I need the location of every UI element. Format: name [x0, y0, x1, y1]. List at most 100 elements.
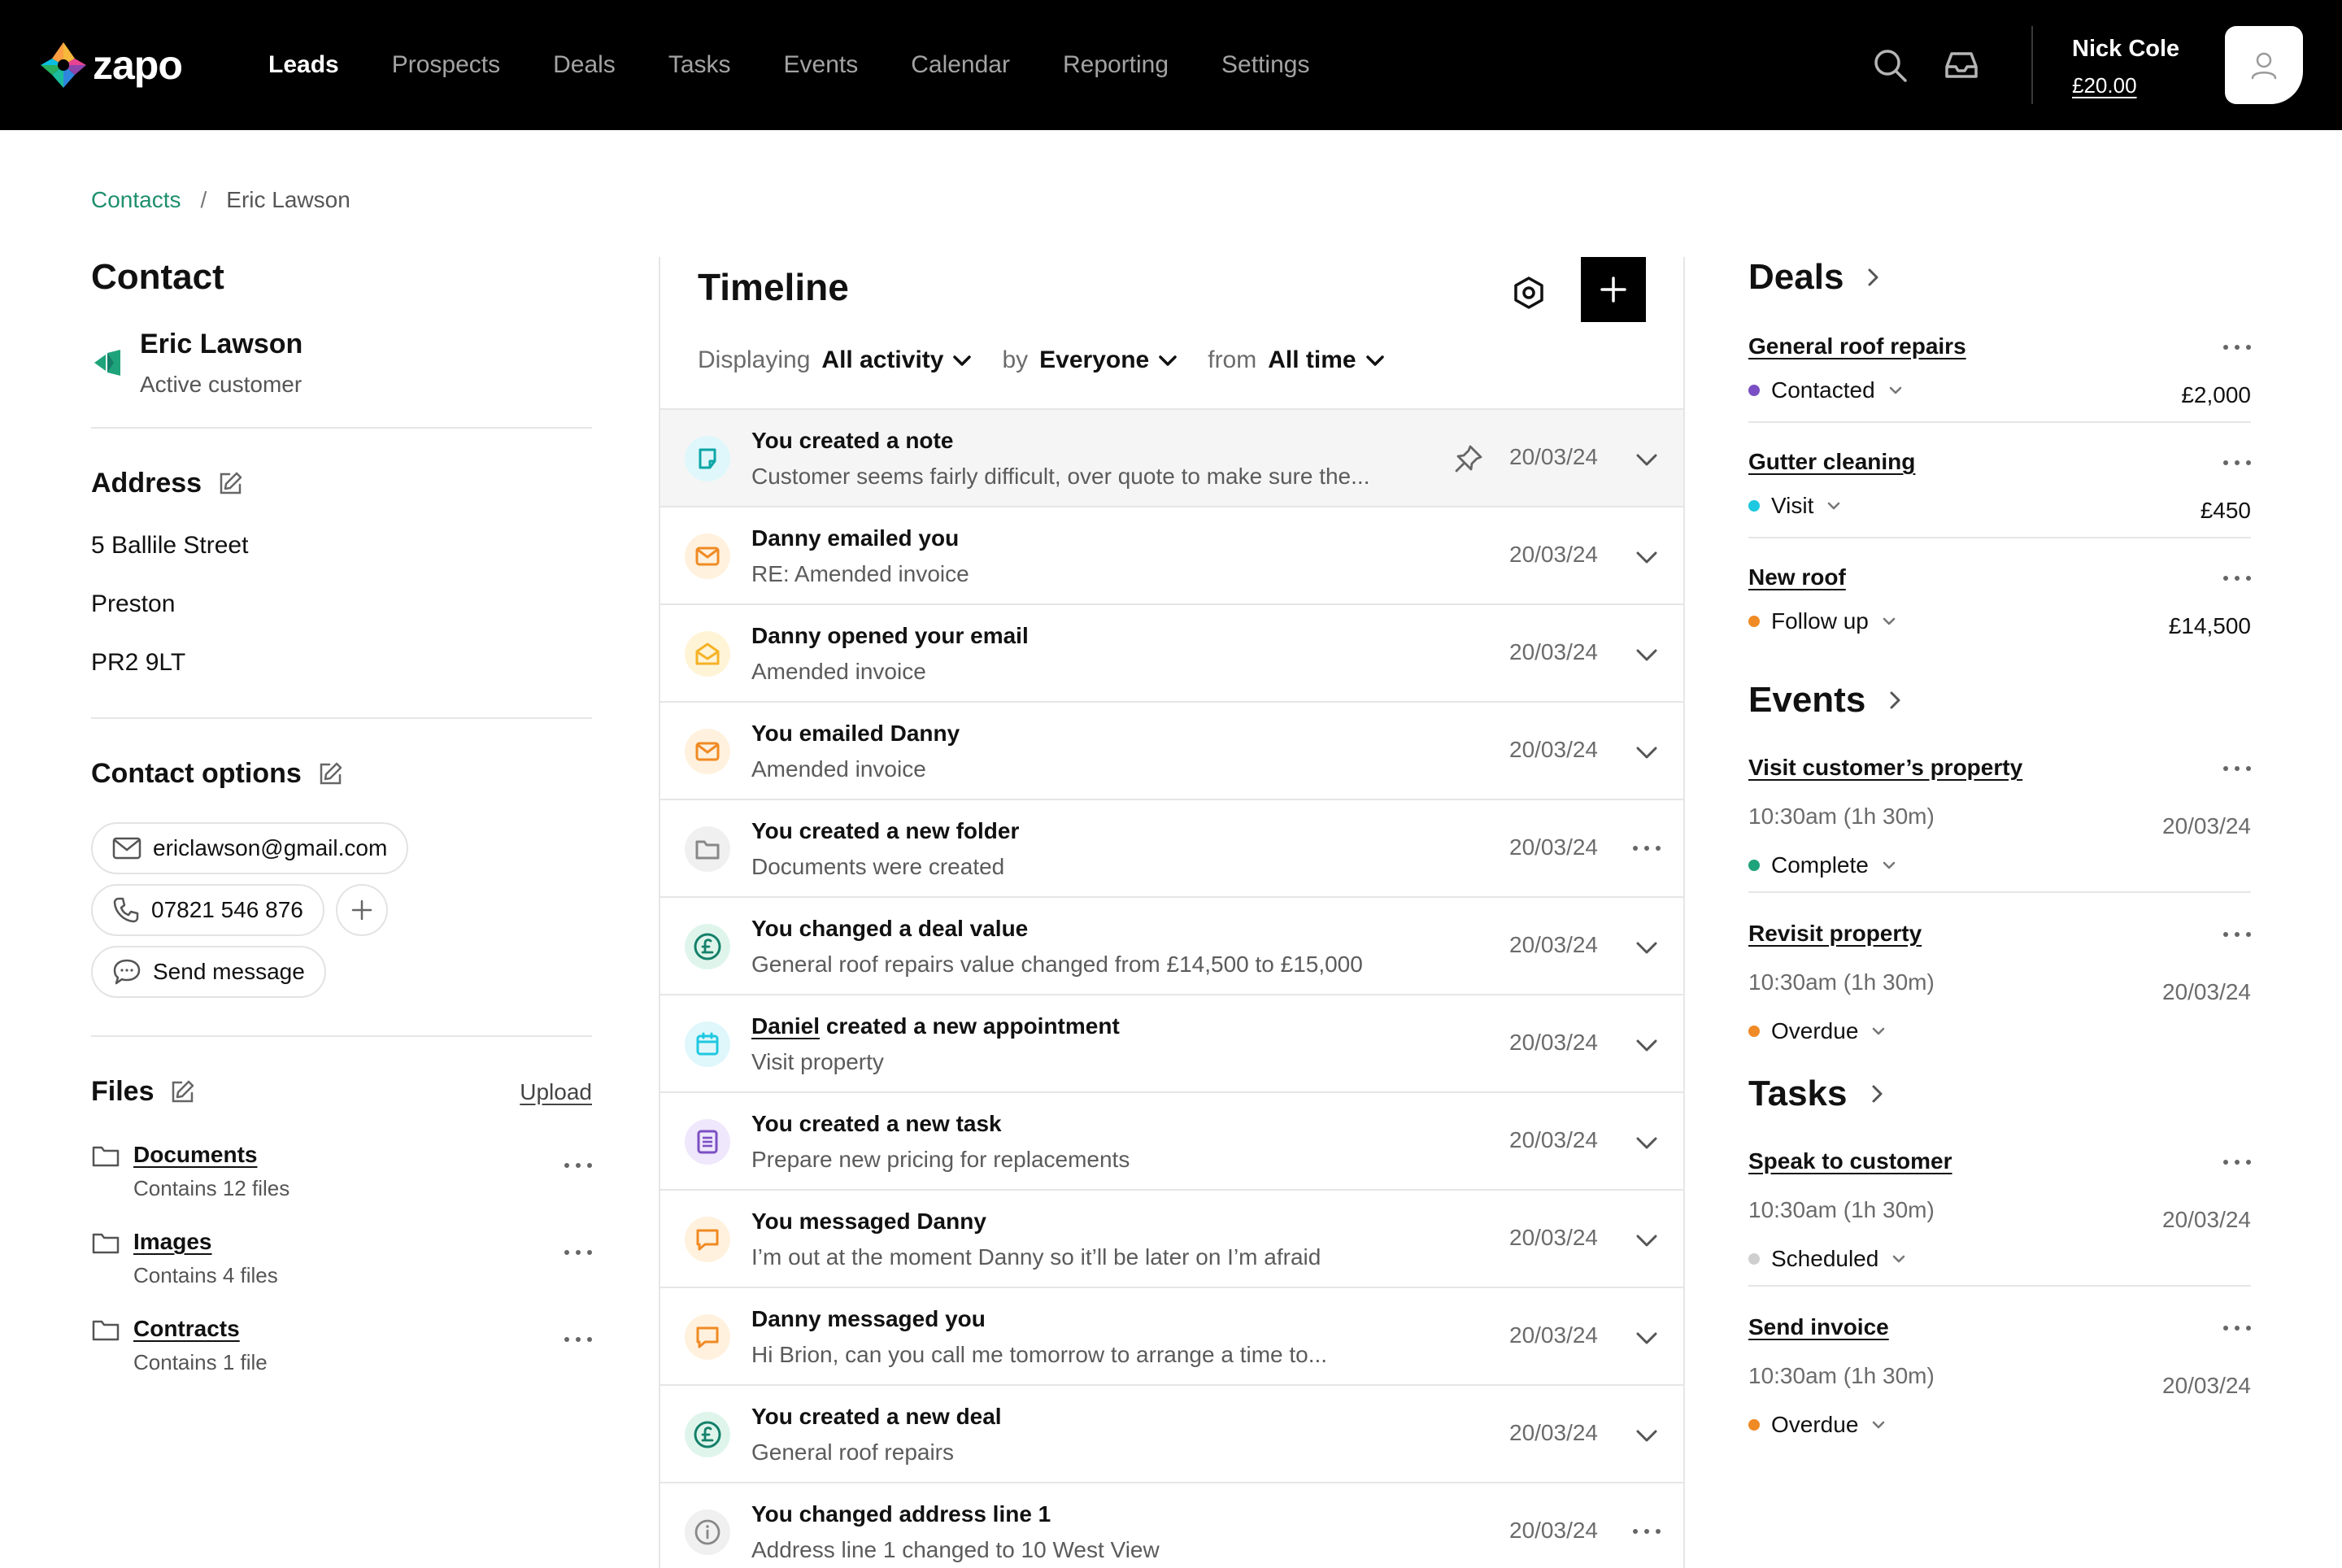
- timeline-row[interactable]: You created a new task Prepare new prici…: [660, 1093, 1683, 1191]
- edit-icon[interactable]: [216, 470, 244, 498]
- chevron-down-icon[interactable]: [1633, 1226, 1661, 1254]
- timeline-row[interactable]: You changed a deal value General roof re…: [660, 898, 1683, 995]
- filter-time-select[interactable]: All time: [1268, 346, 1356, 374]
- breadcrumb-contacts[interactable]: Contacts: [91, 187, 181, 213]
- file-name[interactable]: Contracts: [133, 1316, 268, 1342]
- file-name[interactable]: Images: [133, 1229, 278, 1255]
- timeline-more-menu[interactable]: [1633, 846, 1661, 854]
- file-more-menu[interactable]: [564, 1163, 592, 1171]
- task-more-menu[interactable]: [2223, 1160, 2251, 1168]
- chevron-down-icon[interactable]: [1633, 1031, 1661, 1059]
- deal-name[interactable]: General roof repairs: [1748, 333, 1966, 359]
- nav-item-tasks[interactable]: Tasks: [668, 51, 731, 79]
- contact-name: Eric Lawson: [140, 329, 303, 359]
- timeline-row[interactable]: You emailed Danny Amended invoice 20/03/…: [660, 703, 1683, 800]
- add-activity-button[interactable]: [1581, 257, 1646, 322]
- task-name[interactable]: Send invoice: [1748, 1314, 1889, 1340]
- user-balance[interactable]: £20.00: [2072, 73, 2137, 98]
- deal-more-menu[interactable]: [2223, 576, 2251, 584]
- upload-link[interactable]: Upload: [520, 1079, 592, 1105]
- contact-panel: Contact Eric Lawson Active customer Addr…: [91, 257, 592, 1375]
- timeline-subtext: Customer seems fairly difficult, over qu…: [751, 464, 1370, 489]
- timeline-row[interactable]: Daniel created a new appointment Visit p…: [660, 995, 1683, 1093]
- chevron-down-icon[interactable]: [1633, 641, 1661, 669]
- pin-icon[interactable]: [1452, 442, 1485, 475]
- event-name[interactable]: Visit customer’s property: [1748, 755, 2022, 781]
- file-more-menu[interactable]: [564, 1250, 592, 1258]
- edit-icon[interactable]: [316, 760, 344, 788]
- chevron-down-icon: [1883, 861, 1896, 869]
- timeline-user-link[interactable]: Daniel: [751, 1013, 820, 1039]
- deal-status-select[interactable]: Visit: [1748, 493, 2251, 519]
- chevron-down-icon[interactable]: [1633, 543, 1661, 571]
- timeline-row[interactable]: Danny messaged you Hi Brion, can you cal…: [660, 1288, 1683, 1386]
- chevron-down-icon[interactable]: [1633, 1324, 1661, 1352]
- deal-name[interactable]: Gutter cleaning: [1748, 449, 1915, 475]
- chevron-down-icon[interactable]: [1633, 1129, 1661, 1156]
- event-more-menu[interactable]: [2223, 932, 2251, 940]
- event-item: Visit customer’s property 10:30am (1h 30…: [1748, 755, 2251, 893]
- filter-activity-select[interactable]: All activity: [821, 346, 943, 374]
- nav-item-reporting[interactable]: Reporting: [1063, 51, 1169, 79]
- chevron-down-icon[interactable]: [951, 350, 973, 371]
- nav-item-settings[interactable]: Settings: [1221, 51, 1309, 79]
- timeline-row[interactable]: You changed address line 1 Address line …: [660, 1483, 1683, 1568]
- deal-name[interactable]: New roof: [1748, 564, 1846, 590]
- chevron-down-icon[interactable]: [1633, 738, 1661, 766]
- chevron-down-icon[interactable]: [1633, 446, 1661, 473]
- top-navigation-bar: zapo Leads Prospects Deals Tasks Events …: [0, 0, 2342, 130]
- chevron-down-icon: [1873, 1421, 1885, 1429]
- filter-user-select[interactable]: Everyone: [1039, 346, 1149, 374]
- email-pill[interactable]: ericlawson@gmail.com: [91, 822, 409, 874]
- chevron-down-icon[interactable]: [1157, 350, 1178, 371]
- timeline-date: 20/03/24: [1509, 542, 1598, 567]
- tasks-title[interactable]: Tasks: [1748, 1074, 2251, 1114]
- events-title[interactable]: Events: [1748, 680, 2251, 721]
- task-item: Send invoice 10:30am (1h 30m) 20/03/24 O…: [1748, 1314, 2251, 1444]
- file-more-menu[interactable]: [564, 1337, 592, 1345]
- inbox-icon[interactable]: [1942, 46, 1981, 85]
- timeline-row[interactable]: You created a new deal General roof repa…: [660, 1386, 1683, 1483]
- deal-more-menu[interactable]: [2223, 460, 2251, 468]
- user-name: Nick Cole: [2072, 36, 2180, 62]
- deal-status-select[interactable]: Contacted: [1748, 377, 2251, 403]
- send-message-button[interactable]: Send message: [91, 946, 326, 998]
- task-status-select[interactable]: Scheduled: [1748, 1246, 2251, 1272]
- timeline-settings-button[interactable]: [1506, 270, 1552, 316]
- timeline-row[interactable]: Danny emailed you RE: Amended invoice 20…: [660, 507, 1683, 605]
- event-more-menu[interactable]: [2223, 766, 2251, 774]
- nav-item-deals[interactable]: Deals: [553, 51, 616, 79]
- event-name[interactable]: Revisit property: [1748, 921, 1922, 947]
- zapo-logo-icon: [41, 42, 86, 88]
- file-name[interactable]: Documents: [133, 1142, 289, 1168]
- event-status-select[interactable]: Overdue: [1748, 1018, 2251, 1044]
- nav-item-prospects[interactable]: Prospects: [392, 51, 500, 79]
- timeline-row[interactable]: You created a new folder Documents were …: [660, 800, 1683, 898]
- nav-item-calendar[interactable]: Calendar: [911, 51, 1010, 79]
- timeline-row[interactable]: You created a note Customer seems fairly…: [660, 410, 1683, 507]
- task-name[interactable]: Speak to customer: [1748, 1148, 1952, 1174]
- add-contact-option-button[interactable]: [335, 884, 388, 936]
- phone-pill[interactable]: 07821 546 876: [91, 884, 324, 936]
- chevron-down-icon[interactable]: [1633, 934, 1661, 961]
- edit-icon[interactable]: [168, 1078, 196, 1106]
- deals-title[interactable]: Deals: [1748, 257, 2251, 298]
- timeline-row[interactable]: Danny opened your email Amended invoice …: [660, 605, 1683, 703]
- contact-options-title-text: Contact options: [91, 758, 302, 789]
- task-status: Scheduled: [1771, 1246, 1879, 1271]
- timeline-row[interactable]: You messaged Danny I’m out at the moment…: [660, 1191, 1683, 1288]
- chevron-down-icon[interactable]: [1633, 1422, 1661, 1449]
- zapo-logo[interactable]: zapo: [37, 39, 183, 91]
- chevron-down-icon[interactable]: [1365, 350, 1386, 371]
- address-title: Address: [91, 468, 592, 499]
- task-status-select[interactable]: Overdue: [1748, 1412, 2251, 1438]
- search-icon[interactable]: [1870, 46, 1909, 85]
- timeline-more-menu[interactable]: [1633, 1529, 1661, 1537]
- avatar[interactable]: [2225, 26, 2303, 104]
- deal-more-menu[interactable]: [2223, 345, 2251, 353]
- event-status-select[interactable]: Complete: [1748, 852, 2251, 878]
- nav-item-events[interactable]: Events: [784, 51, 859, 79]
- task-more-menu[interactable]: [2223, 1326, 2251, 1334]
- nav-item-leads[interactable]: Leads: [268, 51, 339, 79]
- tasks-title-text: Tasks: [1748, 1074, 1848, 1113]
